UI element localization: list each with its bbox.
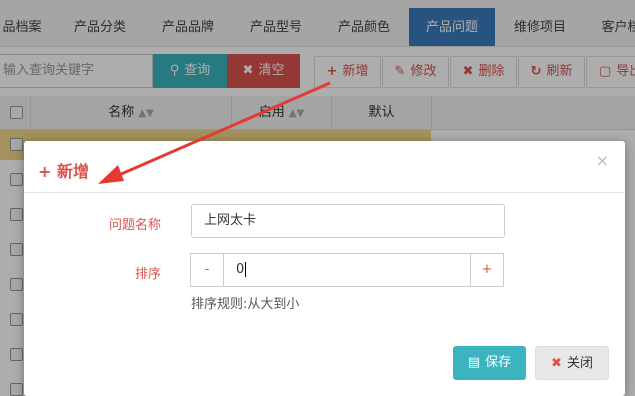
issue-name-field[interactable]: 上网太卡 (191, 204, 505, 238)
close-button[interactable]: ✖ 关闭 (535, 346, 609, 380)
sort-field[interactable]: 0 (223, 253, 471, 287)
close-icon: ✖ (551, 356, 562, 371)
sort-decrement-button[interactable]: - (190, 253, 224, 287)
save-icon: ▤ (467, 355, 481, 370)
sort-increment-button[interactable]: + (470, 253, 504, 287)
dialog-title-text: 新增 (56, 162, 89, 181)
sort-label: 排序 (134, 267, 161, 282)
save-button[interactable]: ▤ 保存 (453, 346, 526, 380)
dialog-title: + 新增 (38, 158, 89, 182)
save-label: 保存 (485, 355, 512, 370)
issue-name-label: 问题名称 (108, 218, 161, 233)
close-icon[interactable]: × (596, 151, 609, 170)
plus-icon: + (38, 162, 52, 181)
text-cursor (245, 262, 247, 277)
sort-value: 0 (236, 262, 245, 277)
sort-hint: 排序规则:从大到小 (191, 297, 300, 312)
close-label: 关闭 (566, 356, 593, 371)
add-dialog: + 新增 × 问题名称 上网太卡 排序 - 0 + 排序规则:从大到小 ▤ 保存 … (24, 141, 625, 396)
dialog-divider (24, 192, 625, 193)
